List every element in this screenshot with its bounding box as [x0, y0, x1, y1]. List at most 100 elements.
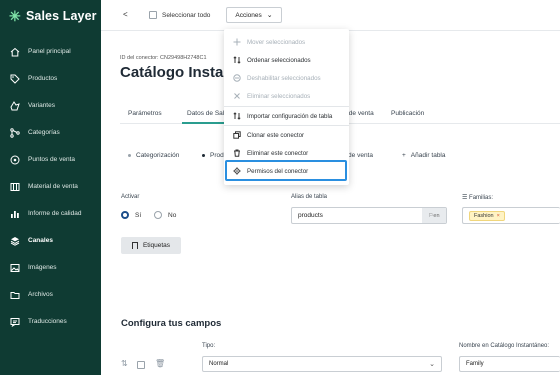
familia-tag: Fashion ×: [469, 210, 505, 221]
tipo-label: Tipo:: [202, 343, 216, 349]
familias-label: ☰ Familias:: [462, 194, 493, 201]
menu-item-eliminar-seleccionados[interactable]: Eliminar seleccionados: [224, 87, 349, 105]
select-all-checkbox[interactable]: [149, 11, 157, 19]
sidebar-item-label: Archivos: [28, 291, 53, 298]
sidebar-item-label: Puntos de venta: [28, 156, 75, 163]
sidebar-nav: Panel principal Productos Variantes Cate…: [0, 38, 101, 335]
sidebar-item-informe-de-calidad[interactable]: Informe de calidad: [0, 200, 101, 227]
list-icon: ☰: [462, 195, 470, 201]
select-all-label: Seleccionar todo: [162, 11, 211, 19]
nombre-label: Nombre en Catálogo Instantáneo:: [459, 343, 550, 349]
home-icon: [10, 47, 20, 56]
close-icon: [234, 93, 240, 99]
sort-handle-icon[interactable]: ⇅: [121, 359, 128, 368]
menu-item-label: Importar configuración de tabla: [247, 112, 333, 120]
row-checkbox[interactable]: [137, 361, 145, 369]
disable-icon: [233, 74, 241, 82]
move-icon: [233, 38, 241, 46]
etiquetas-button[interactable]: Etiquetas: [121, 237, 181, 254]
chip-label: Añadir tabla: [410, 152, 446, 159]
sidebar-item-label: Categorías: [28, 129, 60, 136]
clone-icon: [233, 131, 241, 139]
tag-label: Fashion: [474, 212, 494, 219]
sort-icon: [233, 56, 241, 64]
connector-id: ID del conector: CN29498H2748C1: [120, 55, 207, 61]
menu-item-importar-configuracion[interactable]: Importar configuración de tabla: [224, 107, 349, 125]
actions-label: Acciones: [235, 11, 262, 19]
chip-label: Categorización: [136, 152, 180, 159]
translate-icon: [10, 317, 20, 327]
tab-publicacion[interactable]: Publicación: [391, 110, 424, 117]
trash-icon: [234, 149, 240, 157]
menu-item-mover-seleccionados[interactable]: Mover seleccionados: [224, 33, 349, 51]
etiquetas-label: Etiquetas: [142, 242, 171, 249]
folder-icon: [10, 291, 20, 299]
menu-item-deshabilitar-seleccionados[interactable]: Deshabilitar seleccionados: [224, 69, 349, 87]
radio-circle-selected[interactable]: [121, 211, 129, 219]
location-pin-icon: [10, 155, 20, 164]
menu-item-ordenar-seleccionados[interactable]: Ordenar seleccionados: [224, 51, 349, 69]
sidebar-item-imagenes[interactable]: Imágenes: [0, 254, 101, 281]
language-suffix: ⚐ en: [422, 208, 446, 223]
menu-item-label: Ordenar seleccionados: [247, 56, 311, 64]
actions-dropdown-button[interactable]: Acciones ⌄: [226, 7, 282, 23]
menu-item-label: Mover seleccionados: [247, 38, 306, 46]
menu-item-clonar-conector[interactable]: Clonar este conector: [224, 126, 349, 144]
sidebar-item-variantes[interactable]: Variantes: [0, 92, 101, 119]
chip-categorizacion[interactable]: Categorización: [128, 152, 179, 159]
sidebar-item-categorias[interactable]: Categorías: [0, 119, 101, 146]
image-icon: [10, 263, 20, 272]
tipo-select[interactable]: Normal ⌄: [202, 356, 442, 372]
sidebar-item-label: Imágenes: [28, 264, 57, 271]
menu-item-label: Eliminar seleccionados: [247, 92, 311, 100]
back-button[interactable]: <: [123, 10, 128, 19]
sidebar-item-label: Traducciones: [28, 318, 67, 325]
select-all-control[interactable]: Seleccionar todo: [149, 11, 210, 19]
familias-input[interactable]: Fashion ×: [462, 207, 560, 224]
bar-chart-icon: [11, 210, 19, 218]
tab-parametros[interactable]: Parámetros: [128, 110, 162, 117]
sidebar-item-label: Productos: [28, 75, 58, 82]
highlighted-menu-item-outline: [225, 160, 347, 181]
catalog-icon: [10, 182, 20, 191]
sidebar-item-label: Canales: [28, 237, 53, 244]
radio-circle[interactable]: [154, 211, 162, 219]
radio-si[interactable]: Sí: [121, 211, 141, 219]
chevron-down-icon: ⌄: [266, 12, 273, 19]
sidebar-item-label: Panel principal: [28, 48, 71, 55]
familias-text: Familias:: [469, 195, 494, 201]
alias-input[interactable]: products ⚐ en: [291, 207, 447, 224]
nombre-input[interactable]: Family: [459, 356, 560, 372]
brand-name: Sales Layer: [26, 9, 97, 23]
sidebar-item-panel-principal[interactable]: Panel principal: [0, 38, 101, 65]
tag-icon: [10, 74, 20, 84]
brand-logo[interactable]: ✳ Sales Layer: [9, 7, 97, 25]
sidebar: ✳ Sales Layer Panel principal Productos …: [0, 0, 101, 375]
menu-item-label: Deshabilitar seleccionados: [247, 74, 321, 82]
sidebar-item-puntos-de-venta[interactable]: Puntos de venta: [0, 146, 101, 173]
sidebar-item-traducciones[interactable]: Traducciones: [0, 308, 101, 335]
nombre-value: Family: [466, 361, 484, 367]
sidebar-item-label: Material de venta: [28, 183, 78, 190]
radio-no[interactable]: No: [154, 211, 176, 219]
section-title: Configura tus campos: [121, 318, 222, 329]
sidebar-item-label: Variantes: [28, 102, 55, 109]
remove-tag-icon[interactable]: ×: [497, 213, 500, 219]
add-table-button[interactable]: + Añadir tabla: [402, 152, 446, 159]
sidebar-item-material-de-venta[interactable]: Material de venta: [0, 173, 101, 200]
menu-item-label: Clonar este conector: [247, 131, 305, 139]
alias-label: Alias de tabla: [291, 194, 328, 200]
tipo-value: Normal: [209, 361, 229, 367]
chevron-down-icon: ⌄: [429, 361, 435, 368]
sidebar-item-productos[interactable]: Productos: [0, 65, 101, 92]
layers-icon: [10, 236, 20, 246]
trash-icon[interactable]: 🗑: [155, 359, 165, 368]
sidebar-item-archivos[interactable]: Archivos: [0, 281, 101, 308]
sales-layer-logo-icon: ✳: [9, 7, 21, 24]
bookmark-icon: [131, 242, 138, 249]
bullet-icon: [128, 154, 131, 157]
sidebar-item-canales[interactable]: Canales: [0, 227, 101, 254]
radio-label: Sí: [135, 211, 142, 219]
sidebar-item-label: Informe de calidad: [28, 210, 82, 217]
activar-label: Activar: [121, 194, 140, 200]
